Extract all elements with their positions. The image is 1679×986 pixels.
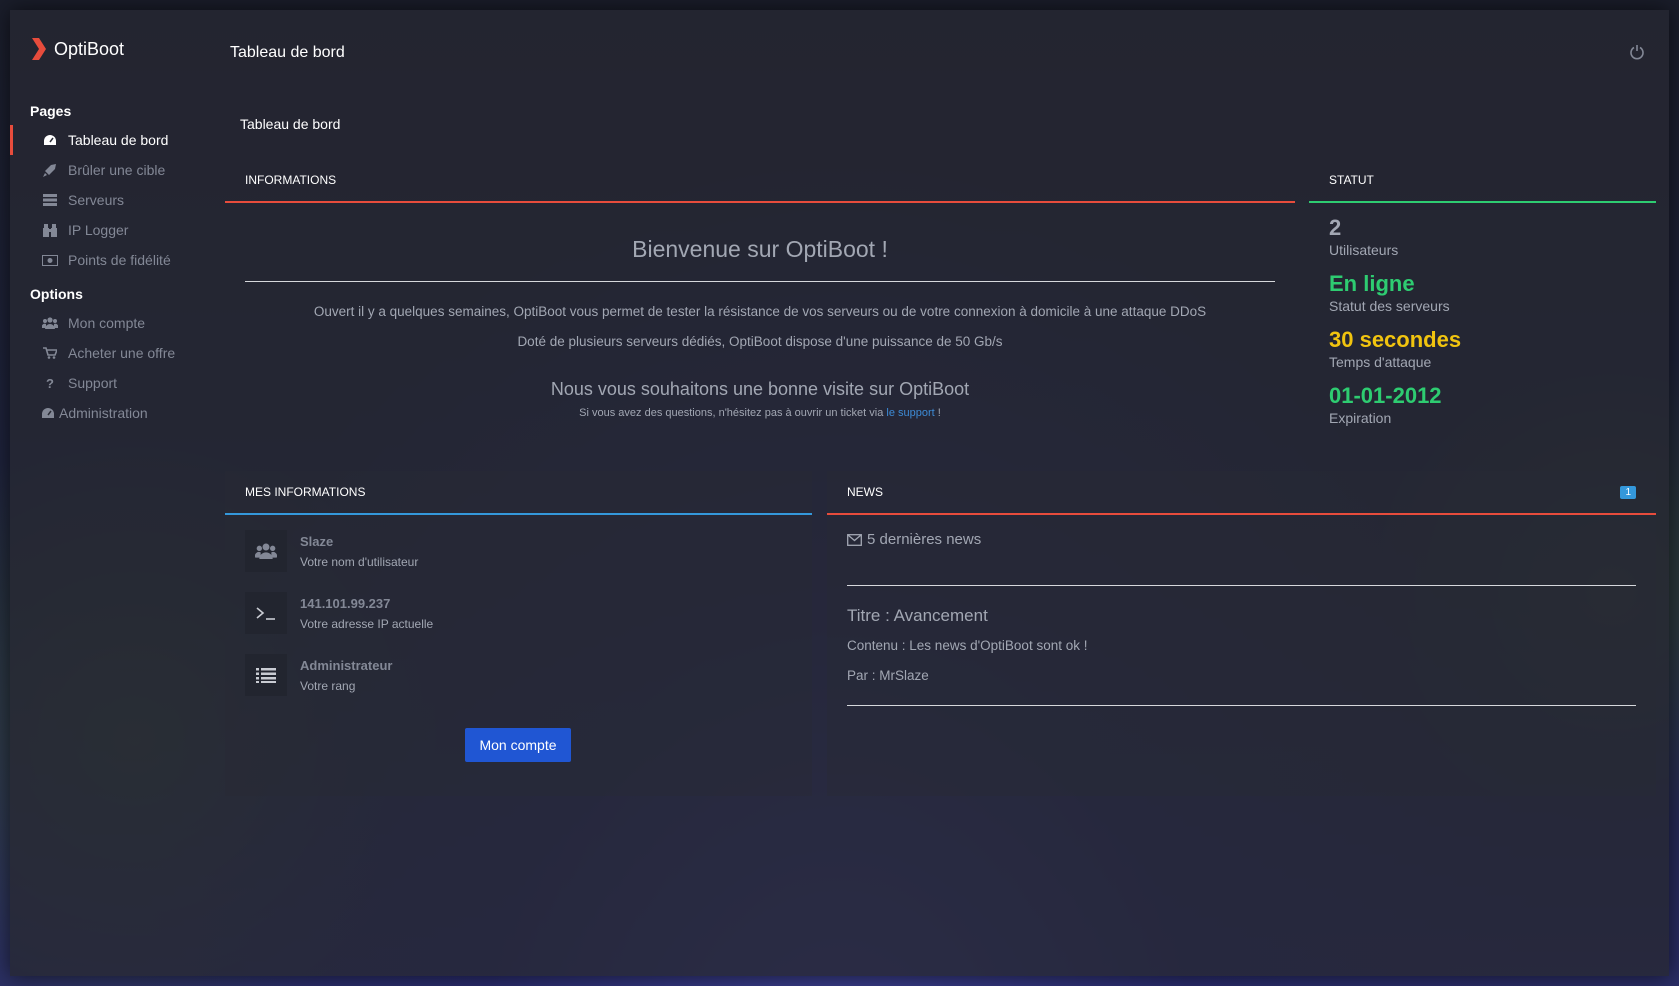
money-icon — [42, 252, 58, 268]
sidebar-item-my-account[interactable]: Mon compte — [10, 308, 215, 338]
divider — [847, 705, 1636, 706]
intro-line-2: Doté de plusieurs serveurs dédiés, OptiB… — [517, 334, 1003, 349]
sidebar-item-label: Administration — [59, 405, 148, 421]
users-icon — [245, 530, 287, 572]
stat-label: Statut des serveurs — [1329, 298, 1450, 314]
dashboard-icon — [42, 132, 58, 148]
sidebar-item-label: Tableau de bord — [68, 132, 169, 148]
sidebar-item-label: Points de fidélité — [68, 252, 171, 268]
informations-panel: INFORMATIONS Bienvenue sur OptiBoot ! Ou… — [225, 159, 1295, 449]
question-icon: ? — [46, 375, 54, 391]
brand-name: OptiBoot — [54, 38, 125, 59]
stat-value: En ligne — [1329, 271, 1415, 296]
sidebar-item-label: Support — [68, 375, 118, 391]
welcome-heading: Bienvenue sur OptiBoot ! — [632, 236, 888, 262]
sidebar-item-label: Acheter une offre — [68, 345, 176, 361]
help-text: Si vous avez des questions, n'hésitez pa… — [225, 407, 1295, 419]
news-badge: 1 — [1620, 485, 1636, 499]
sidebar-item-burn-target[interactable]: Brûler une cible — [10, 155, 215, 185]
users-icon — [42, 315, 58, 331]
info-row-username: Slaze Votre nom d'utilisateur — [245, 520, 785, 582]
my-info-panel: MES INFORMATIONS Slaze Votre nom d'utili… — [225, 471, 812, 796]
server-icon — [42, 192, 58, 208]
news-panel: NEWS 1 5 dernières news Titre : Avanceme… — [827, 471, 1656, 796]
news-title: Titre : Avancement — [847, 606, 988, 625]
sidebar-item-label: Brûler une cible — [68, 162, 166, 178]
sidebar-item-label: IP Logger — [68, 222, 129, 238]
panel-header: NEWS 1 — [827, 471, 1656, 515]
stat-expiration: 01-01-2012 Expiration — [1309, 383, 1656, 427]
list-icon — [245, 654, 287, 696]
sidebar-item-buy-offer[interactable]: Acheter une offre — [10, 338, 215, 368]
news-content: Contenu : Les news d'OptiBoot sont ok ! — [847, 638, 1088, 653]
dashboard-icon — [40, 405, 56, 421]
stat-value: 30 secondes — [1329, 327, 1462, 352]
stat-value: 2 — [1329, 215, 1342, 240]
envelope-icon — [847, 533, 862, 546]
info-row-ip: 141.101.99.237 Votre adresse IP actuelle — [245, 582, 785, 644]
chevron-right-icon — [32, 38, 46, 60]
page-title: Tableau de bord — [230, 44, 345, 61]
breadcrumb: Tableau de bord — [240, 116, 341, 132]
sidebar-item-administration[interactable]: Administration — [10, 398, 215, 428]
brand[interactable]: OptiBoot — [30, 34, 124, 64]
divider — [847, 585, 1636, 586]
intro-text: Ouvert il y a quelques semaines, OptiBoo… — [225, 297, 1295, 357]
sidebar-item-label: Serveurs — [68, 192, 125, 208]
sidebar-item-support[interactable]: ? Support — [10, 368, 215, 398]
info-row-rank: Administrateur Votre rang — [245, 644, 785, 706]
news-author: Par : MrSlaze — [847, 668, 929, 683]
rocket-icon — [42, 162, 58, 178]
panel-header: STATUT — [1309, 159, 1656, 203]
news-count: 5 dernières news — [847, 531, 981, 548]
help-prefix: Si vous avez des questions, n'hésitez pa… — [579, 407, 887, 419]
info-label: Votre rang — [300, 678, 356, 693]
sidebar-item-dashboard[interactable]: Tableau de bord — [10, 125, 215, 155]
sidebar-item-label: Mon compte — [68, 315, 146, 331]
sidebar-item-servers[interactable]: Serveurs — [10, 185, 215, 215]
wish-heading: Nous vous souhaitons une bonne visite su… — [550, 379, 970, 399]
sidebar-item-ip-logger[interactable]: IP Logger — [10, 215, 215, 245]
info-value: 141.101.99.237 — [300, 595, 391, 611]
stat-users: 2 Utilisateurs — [1309, 215, 1656, 259]
panel-title: NEWS — [847, 485, 883, 499]
intro-line-1: Ouvert il y a quelques semaines, OptiBoo… — [313, 304, 1207, 319]
binoculars-icon — [42, 222, 58, 238]
info-label: Votre nom d'utilisateur — [300, 554, 419, 569]
panel-header: INFORMATIONS — [225, 159, 1295, 203]
stat-label: Expiration — [1329, 410, 1392, 426]
sidebar-item-loyalty-points[interactable]: Points de fidélité — [10, 245, 215, 275]
nav-heading-pages: Pages — [30, 103, 72, 119]
support-link[interactable]: le support — [886, 407, 934, 419]
my-account-button[interactable]: Mon compte — [465, 728, 571, 762]
news-count-label: 5 dernières news — [867, 531, 982, 548]
divider — [245, 281, 1275, 282]
terminal-icon — [245, 592, 287, 634]
stat-label: Utilisateurs — [1329, 242, 1399, 258]
info-value: Slaze — [300, 533, 334, 549]
cart-icon — [42, 345, 58, 361]
app-window: OptiBoot Pages Tableau de bord Brûler un… — [10, 10, 1669, 976]
info-value: Administrateur — [300, 657, 393, 673]
stat-attack-time: 30 secondes Temps d'attaque — [1309, 327, 1656, 371]
nav-heading-options: Options — [30, 286, 83, 302]
power-icon[interactable] — [1629, 44, 1645, 60]
help-suffix: ! — [934, 407, 941, 419]
status-panel: STATUT 2 Utilisateurs En ligne Statut de… — [1309, 159, 1656, 449]
sidebar: OptiBoot Pages Tableau de bord Brûler un… — [10, 10, 215, 976]
stat-label: Temps d'attaque — [1329, 354, 1432, 370]
info-label: Votre adresse IP actuelle — [300, 616, 434, 631]
stat-server-status: En ligne Statut des serveurs — [1309, 271, 1656, 315]
stat-value: 01-01-2012 — [1329, 383, 1442, 408]
panel-header: MES INFORMATIONS — [225, 471, 812, 515]
